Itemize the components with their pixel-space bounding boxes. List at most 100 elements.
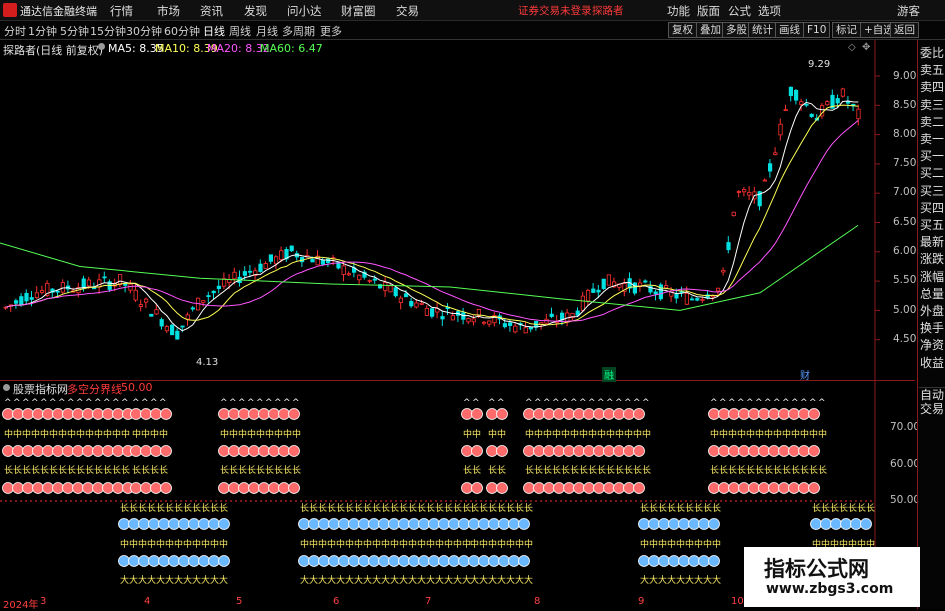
bear-dot	[830, 518, 842, 530]
menu-item-market[interactable]: 市场	[157, 3, 180, 19]
bull-dot	[778, 482, 790, 494]
bear-dot	[508, 518, 520, 530]
menu-item-news[interactable]: 资讯	[200, 3, 223, 19]
candle-body	[507, 322, 513, 326]
bull-dot	[248, 482, 260, 494]
signal-glyph: 中	[606, 428, 615, 440]
bear-dot	[688, 555, 700, 567]
button-adjust[interactable]: 复权	[668, 22, 697, 38]
menu-item-discover[interactable]: 发现	[244, 3, 267, 19]
button-f10[interactable]: F10	[803, 22, 831, 38]
button-mark[interactable]: 标记	[832, 22, 861, 38]
signal-glyph: ^	[292, 398, 300, 408]
bull-dot	[808, 482, 820, 494]
button-overlay[interactable]: 叠加	[696, 22, 725, 38]
kline-chart[interactable]	[0, 40, 915, 380]
bull-dot	[72, 445, 84, 457]
bull-dot	[461, 482, 473, 494]
bear-dot	[388, 518, 400, 530]
date-month: 5	[236, 596, 243, 607]
bear-dot	[418, 555, 430, 567]
period-more[interactable]: 更多	[320, 23, 342, 39]
menu-item-ask[interactable]: 问小达	[287, 3, 322, 19]
period-timeshare[interactable]: 分时	[4, 23, 26, 39]
bull-dot	[563, 482, 575, 494]
date-month: 3	[40, 596, 47, 607]
auto-trade-label-2[interactable]: 交易	[919, 402, 945, 417]
signal-glyph: ^	[472, 398, 480, 408]
signal-glyph: 中	[210, 538, 219, 550]
signal-glyph: 长	[67, 464, 76, 476]
period-60min[interactable]: 60分钟	[164, 23, 200, 39]
signal-glyph: 大	[201, 574, 210, 586]
bull-dot	[82, 408, 94, 420]
period-5min[interactable]: 5分钟	[60, 23, 89, 39]
bull-dot	[613, 445, 625, 457]
bear-dot	[348, 518, 360, 530]
user-name[interactable]: 探路者	[592, 3, 624, 18]
menu-item-function[interactable]: 功能	[667, 3, 690, 19]
candle-body	[247, 270, 253, 273]
menu-item-options[interactable]: 选项	[758, 3, 781, 19]
menu-item-trade[interactable]: 交易	[396, 3, 419, 19]
button-multi-stock[interactable]: 多股	[722, 22, 751, 38]
signal-glyph: 中	[615, 428, 624, 440]
candle-body	[164, 326, 169, 332]
button-back[interactable]: 返回	[890, 22, 919, 38]
period-1min[interactable]: 1分钟	[28, 23, 57, 39]
expand-icon[interactable]: ✥	[862, 42, 870, 53]
signal-glyph: 中	[800, 428, 809, 440]
signal-glyph: 中	[219, 538, 228, 550]
bear-dot	[408, 555, 420, 567]
signal-glyph: ^	[463, 398, 471, 408]
bull-dot	[623, 408, 635, 420]
bull-dot	[258, 408, 270, 420]
candle-body	[29, 297, 34, 300]
signal-glyph: 中	[497, 428, 506, 440]
menu-bar: 通达信金融终端 行情 市场 资讯 发现 问小达 财富圈 交易 证券交易未登录 探…	[0, 0, 945, 21]
signal-glyph: ^	[49, 398, 57, 408]
signal-glyph: ^	[488, 398, 496, 408]
period-30min[interactable]: 30分钟	[126, 23, 162, 39]
bull-dot	[92, 482, 104, 494]
bull-dot	[22, 408, 34, 420]
y-label: 9.00	[893, 70, 917, 82]
button-stats[interactable]: 统计	[748, 22, 777, 38]
bear-dot	[158, 555, 170, 567]
candle-body	[398, 297, 404, 303]
margin-marker[interactable]: 融	[602, 367, 616, 382]
watermark-url: www.zbgs3.com	[766, 581, 894, 597]
menu-item-layout[interactable]: 版面	[697, 3, 720, 19]
menu-item-formula[interactable]: 公式	[728, 3, 751, 19]
candle-body	[674, 293, 679, 299]
bull-dot	[82, 482, 94, 494]
bull-dot	[160, 408, 172, 420]
candle-body	[424, 307, 430, 316]
kline-chart-panel[interactable]: 探路者(日线 前复权) MA5: 8.35 MA10: 8.39 MA20: 8…	[0, 40, 917, 382]
period-weekly[interactable]: 周线	[229, 23, 251, 39]
diamond-icon[interactable]: ◇	[848, 42, 856, 53]
candle-body	[700, 298, 705, 301]
bull-dot	[768, 408, 780, 420]
login-status[interactable]: 证券交易未登录	[518, 3, 592, 18]
button-draw[interactable]: 画线	[775, 22, 804, 38]
finance-marker[interactable]: 财	[800, 367, 810, 382]
period-daily[interactable]: 日线	[203, 23, 225, 39]
candle-body	[596, 289, 601, 293]
indicator-settings-icon[interactable]	[3, 384, 10, 391]
menu-item-quotes[interactable]: 行情	[110, 3, 133, 19]
period-monthly[interactable]: 月线	[256, 23, 278, 39]
bear-dot	[138, 555, 150, 567]
period-15min[interactable]: 15分钟	[90, 23, 126, 39]
bull-dot	[92, 408, 104, 420]
bear-dot	[428, 555, 440, 567]
indicator-settings-icon[interactable]	[98, 43, 105, 50]
bull-dot	[523, 408, 535, 420]
signal-glyph: 中	[120, 538, 129, 550]
auto-trade-label-1[interactable]: 自动	[919, 387, 945, 403]
period-multi[interactable]: 多周期	[282, 23, 315, 39]
guest-label[interactable]: 游客	[897, 3, 920, 19]
signal-glyph: 长	[525, 464, 534, 476]
bull-dot	[553, 482, 565, 494]
menu-item-wealth[interactable]: 财富圈	[341, 3, 376, 19]
